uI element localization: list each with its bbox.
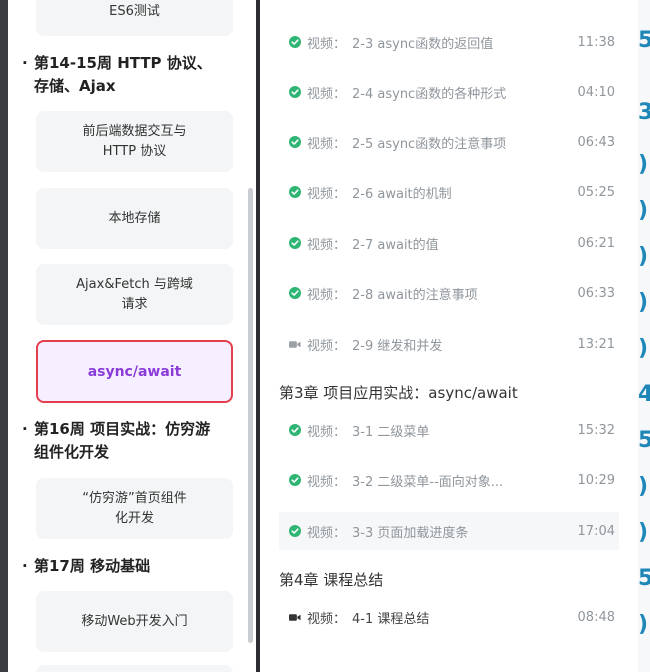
lesson-duration: 06:43 [577,134,615,150]
sidebar-card-qiongyou[interactable]: “仿穷游”首页组件 化开发 [36,478,233,539]
lesson-title: 3-1 二级菜单 [352,424,430,440]
sidebar-card-es6-test[interactable]: ES6测试 [36,0,233,36]
video-camera-icon [289,611,301,623]
lesson-title: 3-3 页面加载进度条 [352,525,469,541]
lesson-row[interactable]: 视频： 3-1 二级菜单 15:32 [279,411,619,449]
check-circle-icon [289,424,301,436]
check-circle-icon [289,36,301,48]
lesson-duration: 04:10 [577,84,615,100]
lesson-duration: 08:48 [577,609,615,625]
lesson-type: 视频： [307,136,347,152]
lesson-duration: 11:38 [577,34,615,50]
sidebar-card-next[interactable] [36,665,233,672]
lesson-row[interactable]: 视频： 2-7 await的值 06:21 [279,224,619,262]
lesson-title: 4-1 课程总结 [352,611,430,627]
sidebar-card-mobile-web[interactable]: 移动Web开发入门 [36,591,233,652]
week-heading-14-15[interactable]: · 第14-15周 HTTP 协议、 存储、Ajax [22,52,242,98]
lesson-type: 视频： [307,237,347,253]
lesson-type: 视频： [307,186,347,202]
sidebar-scrollbar[interactable] [248,188,253,643]
chapter-3-heading: 第3章 项目应用实战：async/await [279,384,518,402]
lesson-title: 2-7 await的值 [352,237,439,253]
lesson-type: 视频： [307,525,347,541]
week-heading-16[interactable]: · 第16周 项目实战：仿穷游 组件化开发 [22,418,242,464]
lesson-type: 视频： [307,86,347,102]
lesson-duration: 17:04 [577,523,615,539]
lesson-row[interactable]: 视频： 2-9 继发和并发 13:21 [279,325,619,363]
lesson-list: 视频： 2-3 async函数的返回值 11:38 视频： 2-4 async函数的各种… [260,0,638,672]
sidebar-card-ajax[interactable]: Ajax&Fetch 与跨域 请求 [36,264,233,325]
check-circle-icon [289,237,301,249]
check-circle-icon [289,186,301,198]
lesson-type: 视频： [307,338,347,354]
lesson-title: 2-9 继发和并发 [352,338,443,354]
lesson-title: 2-3 async函数的返回值 [352,36,494,52]
lesson-title: 2-4 async函数的各种形式 [352,86,507,102]
right-panel-edge: 5 3 ) ) ) ) ) 4 5 ) ) 5 ) [638,0,650,672]
lesson-duration: 15:32 [577,422,615,438]
lesson-title: 3-2 二级菜单--面向对象... [352,474,504,490]
lesson-duration: 06:21 [577,235,615,251]
lesson-duration: 13:21 [577,336,615,352]
lesson-row[interactable]: 视频： 2-6 await的机制 05:25 [279,173,619,211]
lesson-type: 视频： [307,36,347,52]
lesson-row[interactable]: 视频： 3-2 二级菜单--面向对象... 10:29 [279,461,619,499]
lesson-title: 2-6 await的机制 [352,186,452,202]
lesson-row[interactable]: 视频： 3-3 页面加载进度条 17:04 [279,512,619,550]
chapter-4-heading: 第4章 课程总结 [279,571,384,589]
check-circle-icon [289,474,301,486]
lesson-title: 2-8 await的注意事项 [352,287,478,303]
lesson-type: 视频： [307,474,347,490]
check-circle-icon [289,136,301,148]
lesson-title: 2-5 async函数的注意事项 [352,136,507,152]
lesson-row[interactable]: 视频： 2-4 async函数的各种形式 04:10 [279,73,619,111]
check-circle-icon [289,86,301,98]
card-label: ES6测试 [109,4,160,19]
lesson-duration: 05:25 [577,184,615,200]
sidebar-card-async-await[interactable]: async/await [36,340,233,403]
lesson-row[interactable]: 视频： 4-1 课程总结 08:48 [279,598,619,636]
window-edge [0,0,8,672]
lesson-row[interactable]: 视频： 2-3 async函数的返回值 11:38 [279,23,619,61]
lesson-type: 视频： [307,424,347,440]
check-circle-icon [289,287,301,299]
sidebar-card-storage[interactable]: 本地存储 [36,188,233,249]
lesson-duration: 06:33 [577,285,615,301]
video-camera-icon [289,338,301,350]
sidebar-card-http[interactable]: 前后端数据交互与 HTTP 协议 [36,111,233,172]
lesson-duration: 10:29 [577,472,615,488]
lesson-row[interactable]: 视频： 2-5 async函数的注意事项 06:43 [279,123,619,161]
lesson-type: 视频： [307,287,347,303]
lesson-type: 视频： [307,611,347,627]
week-sidebar: ES6测试 · 第14-15周 HTTP 协议、 存储、Ajax 前后端数据交互与… [8,0,256,672]
week-heading-17[interactable]: · 第17周 移动基础 [22,555,242,578]
lesson-row[interactable]: 视频： 2-8 await的注意事项 06:33 [279,274,619,312]
check-circle-icon [289,525,301,537]
